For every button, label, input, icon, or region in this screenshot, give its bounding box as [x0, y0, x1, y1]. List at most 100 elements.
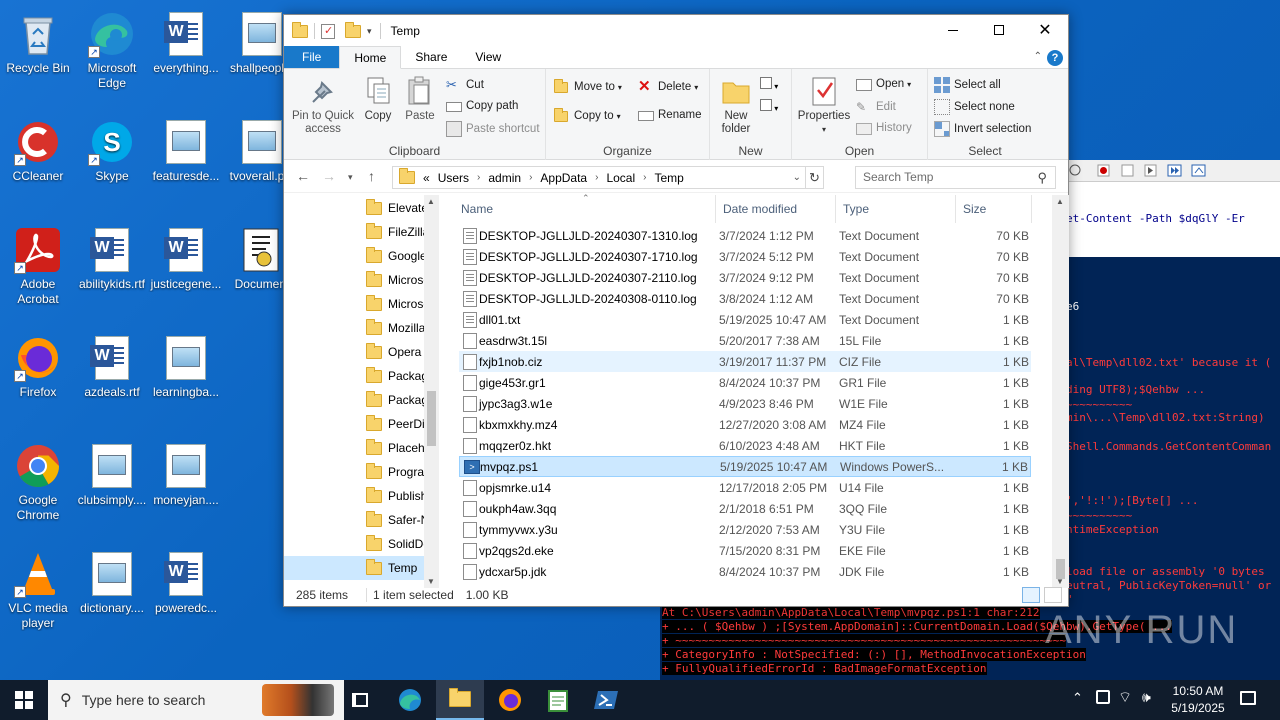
network-icon[interactable] [1096, 690, 1110, 704]
nav-item[interactable]: Safer-N [284, 508, 429, 532]
column-header-date[interactable]: Date modified [716, 195, 836, 223]
copy-path-button[interactable]: Copy path [446, 99, 518, 112]
details-view-icon[interactable] [1022, 587, 1040, 603]
moneyjan-desktop-icon[interactable]: moneyjan.... [148, 436, 224, 536]
column-header-size[interactable]: Size [956, 195, 1032, 223]
properties-check-icon[interactable]: ✓ [321, 23, 335, 39]
nav-scrollbar[interactable]: ▲ ▼ [424, 195, 439, 588]
taskbar-edge[interactable] [386, 680, 434, 720]
new-item-button[interactable]: ▾ [760, 77, 786, 95]
open-button[interactable]: Open ▾ [856, 77, 911, 91]
back-arrow-icon[interactable]: ← [296, 168, 310, 184]
taskbar-notepad[interactable] [534, 680, 582, 720]
skype-desktop-icon[interactable]: S ↗ Skype [74, 112, 150, 212]
nav-item[interactable]: Packag [284, 364, 429, 388]
cut-button[interactable]: ✂ Cut [446, 77, 484, 93]
paste-shortcut-button[interactable]: Paste shortcut [446, 121, 540, 137]
address-dropdown-icon[interactable]: ⌄ [793, 172, 801, 183]
history-button[interactable]: History [856, 121, 912, 135]
everything-desktop-icon[interactable]: W everything... [148, 4, 224, 104]
file-row[interactable]: ydcxar5p.jdk 8/4/2024 10:37 PM JDK File 1 K… [459, 561, 1031, 582]
file-row[interactable]: oukph4aw.3qq 2/1/2018 6:51 PM 3QQ File 1 KB [459, 498, 1031, 519]
new-folder-button[interactable]: New folder [714, 75, 758, 136]
wifi-icon[interactable]: ⌔ [1118, 688, 1132, 707]
nav-item[interactable]: Google [284, 244, 429, 268]
scroll-up-icon[interactable]: ▲ [1056, 197, 1064, 206]
edit-button[interactable]: ✎ Edit [856, 99, 896, 115]
search-input[interactable]: Search Temp ⚲ [855, 166, 1056, 189]
nav-item[interactable]: PeerDis [284, 412, 429, 436]
invert-selection-button[interactable]: Invert selection [934, 121, 1031, 137]
recent-locations-icon[interactable]: ▾ [348, 172, 353, 183]
copy-button[interactable]: Copy [358, 75, 398, 123]
breadcrumb-temp[interactable]: Temp [654, 171, 683, 185]
file-row[interactable]: fxjb1nob.ciz 3/19/2017 11:37 PM CIZ File 1 … [459, 351, 1031, 372]
task-view-button[interactable] [336, 680, 384, 720]
google-chrome-desktop-icon[interactable]: Google Chrome [0, 436, 76, 536]
nav-item[interactable]: Temp [284, 556, 429, 580]
collapse-ribbon-icon[interactable]: ⌃ [1034, 51, 1042, 62]
tab-share[interactable]: Share [401, 46, 461, 68]
nav-item[interactable]: Packag [284, 388, 429, 412]
nav-item[interactable]: Elevate [284, 196, 429, 220]
script-editor[interactable]: et-Content -Path $dqGlY -Er [1060, 182, 1280, 257]
nav-item[interactable]: Prograr [284, 460, 429, 484]
nav-item[interactable]: Publish [284, 484, 429, 508]
file-row[interactable]: gige453r.gr1 8/4/2024 10:37 PM GR1 File 1 K… [459, 372, 1031, 393]
notifications-icon[interactable] [1240, 691, 1256, 705]
move-to-button[interactable]: Move to ▾ [554, 79, 622, 95]
breadcrumb-overflow[interactable]: « [423, 171, 430, 185]
copy-to-button[interactable]: Copy to ▾ [554, 108, 621, 124]
file-row[interactable]: DESKTOP-JGLLJLD-20240307-2110.log 3/7/202… [459, 267, 1031, 288]
breadcrumb-separator-icon[interactable]: › [643, 172, 646, 183]
maximize-button[interactable] [976, 15, 1022, 45]
easy-access-button[interactable]: ▾ [760, 99, 786, 117]
nav-item[interactable]: Placeho [284, 436, 429, 460]
file-row[interactable]: DESKTOP-JGLLJLD-20240307-1710.log 3/7/202… [459, 246, 1031, 267]
taskbar-powershell[interactable] [582, 680, 630, 720]
rename-button[interactable]: Rename [638, 108, 701, 121]
refresh-icon[interactable]: ↻ [805, 167, 823, 188]
adobe-acrobat-desktop-icon[interactable]: ↗ Adobe Acrobat [0, 220, 76, 320]
address-bar[interactable]: « Users › admin › AppData › Local › Temp… [392, 166, 824, 189]
file-row[interactable]: vp2qgs2d.eke 7/15/2020 8:31 PM EKE File 1 K… [459, 540, 1031, 561]
file-row[interactable]: opjsmrke.u14 12/17/2018 2:05 PM U14 File 1 … [459, 477, 1031, 498]
show-hidden-icons-icon[interactable]: ⌃ [1072, 690, 1083, 706]
file-row[interactable]: > mvpqz.ps1 5/19/2025 10:47 AM Windows Powe… [459, 456, 1031, 477]
close-button[interactable]: ✕ [1022, 15, 1068, 45]
ccleaner-desktop-icon[interactable]: ↗ CCleaner [0, 112, 76, 212]
file-row[interactable]: easdrw3t.15l 5/20/2017 7:38 AM 15L File 1 K… [459, 330, 1031, 351]
edge-desktop-icon[interactable]: ↗ Microsoft Edge [74, 4, 150, 104]
customize-qat-icon[interactable]: ▾ [367, 26, 372, 37]
navigation-pane[interactable]: Elevate FileZilla Google Microso Microso Mozi… [284, 195, 439, 588]
delete-button[interactable]: ✕ Delete ▾ [638, 79, 698, 95]
file-row[interactable]: dll01.txt 5/19/2025 10:47 AM Text Document… [459, 309, 1031, 330]
large-icons-view-icon[interactable] [1044, 587, 1062, 603]
nav-item[interactable]: SolidDc [284, 532, 429, 556]
breadcrumb-users[interactable]: Users [438, 171, 469, 185]
recycle-bin-desktop-icon[interactable]: Recycle Bin [0, 4, 76, 104]
poweredc-desktop-icon[interactable]: W poweredc... [148, 544, 224, 644]
help-icon[interactable]: ? [1047, 50, 1063, 66]
vlc-desktop-icon[interactable]: ↗ VLC media player [0, 544, 76, 644]
properties-button[interactable]: Properties ▾ [796, 75, 852, 136]
file-explorer-window[interactable]: ✓ ▾ Temp ✕ File Home Share View ⌃ ? Pin … [283, 14, 1069, 607]
file-list-scrollbar[interactable]: ▲ ▼ [1052, 195, 1069, 588]
file-row[interactable]: mqqzer0z.hkt 6/10/2023 4:48 AM HKT File 1 K… [459, 435, 1031, 456]
breadcrumb-separator-icon[interactable]: › [529, 172, 532, 183]
nav-item[interactable]: Mozilla [284, 316, 429, 340]
volume-icon[interactable]: 🕪 [1142, 689, 1151, 706]
select-none-button[interactable]: Select none [934, 99, 1015, 115]
abilitykids-desktop-icon[interactable]: W abilitykids.rtf [74, 220, 150, 320]
file-row[interactable]: jypc3ag3.w1e 4/9/2023 8:46 PM W1E File 1 KB [459, 393, 1031, 414]
breadcrumb-separator-icon[interactable]: › [477, 172, 480, 183]
taskbar-file-explorer[interactable] [436, 680, 484, 720]
featuresde-desktop-icon[interactable]: featuresde... [148, 112, 224, 212]
breadcrumb-appdata[interactable]: AppData [540, 171, 587, 185]
file-scroll-thumb[interactable] [1056, 559, 1065, 579]
nav-item[interactable]: Opera [284, 340, 429, 364]
firefox-desktop-icon[interactable]: ↗ Firefox [0, 328, 76, 428]
select-all-button[interactable]: Select all [934, 77, 1001, 93]
minimize-button[interactable] [930, 15, 976, 45]
file-row[interactable]: DESKTOP-JGLLJLD-20240307-1310.log 3/7/202… [459, 225, 1031, 246]
